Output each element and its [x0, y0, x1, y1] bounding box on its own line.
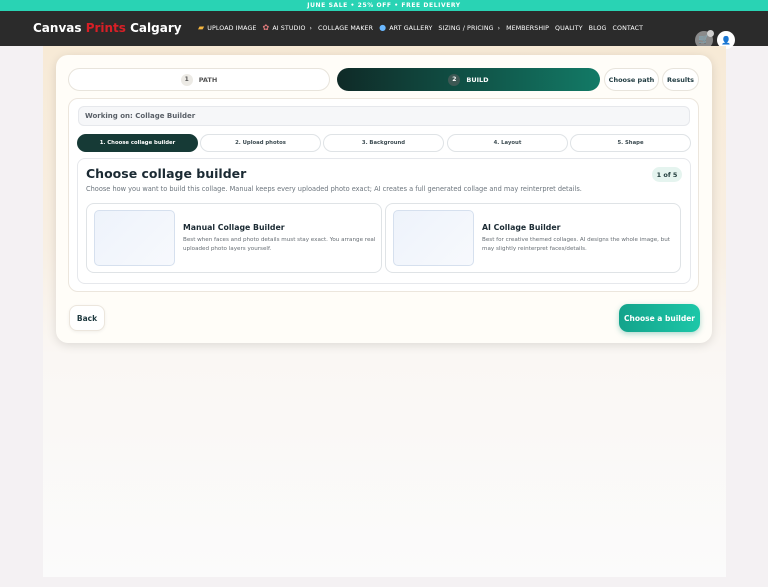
top-navbar: Canvas Prints Calgary ▰ UPLOAD IMAGE ✿ A…	[0, 11, 768, 49]
option-title: AI Collage Builder	[482, 223, 561, 232]
subtab-layout[interactable]: 4. Layout	[447, 134, 568, 152]
ai-builder-option[interactable]: AI Collage Builder Best for creative the…	[385, 203, 681, 273]
step-path[interactable]: 1 PATH	[68, 68, 330, 91]
working-on-bar: Working on: Collage Builder	[78, 106, 690, 126]
option-title: Manual Collage Builder	[183, 223, 285, 232]
nav-collage-maker[interactable]: COLLAGE MAKER	[318, 25, 373, 32]
logo-part-calgary: Calgary	[125, 21, 182, 35]
step-build[interactable]: 2 BUILD	[337, 68, 600, 91]
palette-icon: ✿	[262, 23, 270, 32]
manual-builder-option[interactable]: Manual Collage Builder Best when faces a…	[86, 203, 382, 273]
nav-label: COLLAGE MAKER	[318, 24, 374, 32]
step-number: 2	[448, 73, 461, 86]
nav-label: ART GALLERY	[389, 24, 433, 32]
nav-label: AI STUDIO	[272, 24, 306, 32]
results-button[interactable]: Results	[662, 68, 699, 91]
step-count-badge: 1 of 5	[652, 167, 682, 182]
step-number: 1	[180, 73, 193, 86]
nav-label: SIZING / PRICING	[438, 24, 494, 32]
nav-label: MEMBERSHIP	[506, 24, 550, 32]
ai-builder-thumbnail	[393, 210, 474, 266]
nav-menu: ▰ UPLOAD IMAGE ✿ AI STUDIO › COLLAGE MAK…	[198, 24, 643, 32]
working-on-text: Working on: Collage Builder	[85, 112, 196, 120]
step-label: BUILD	[466, 75, 489, 84]
nav-upload-image[interactable]: ▰ UPLOAD IMAGE	[198, 24, 257, 32]
nav-label: BLOG	[588, 24, 607, 32]
nav-quality[interactable]: QUALITY	[555, 25, 583, 32]
nav-label: QUALITY	[555, 24, 583, 32]
back-button[interactable]: Back	[69, 305, 105, 331]
step-label: PATH	[198, 75, 218, 84]
section-title: Choose collage builder	[86, 166, 247, 181]
nav-contact[interactable]: CONTACT	[613, 25, 644, 32]
nav-blog[interactable]: BLOG	[589, 25, 607, 32]
cart-count-badge	[707, 30, 714, 37]
search-icon: ●	[379, 23, 387, 32]
nav-sizing-pricing[interactable]: SIZING / PRICING ›	[438, 25, 500, 32]
nav-label: CONTACT	[612, 24, 644, 32]
build-subtabs: 1. Choose collage builder 2. Upload phot…	[77, 134, 691, 152]
option-description: Best for creative themed collages. AI de…	[482, 237, 670, 252]
chevron-right-icon: ›	[309, 24, 313, 32]
promo-banner: JUNE SALE • 25% OFF • FREE DELIVERY	[0, 0, 768, 11]
manual-builder-thumbnail	[94, 210, 175, 266]
section-description: Choose how you want to build this collag…	[86, 185, 582, 193]
option-description: Best when faces and photo details must s…	[183, 237, 376, 252]
nav-membership[interactable]: MEMBERSHIP	[506, 25, 549, 32]
nav-art-gallery[interactable]: ● ART GALLERY	[379, 24, 432, 32]
chevron-right-icon: ›	[497, 24, 501, 32]
choose-builder-button[interactable]: Choose a builder	[619, 304, 700, 332]
user-icon: 👤	[721, 35, 731, 45]
subtab-shape[interactable]: 5. Shape	[570, 134, 691, 152]
logo-part-canvas: Canvas	[33, 21, 86, 35]
subtab-upload-photos[interactable]: 2. Upload photos	[200, 134, 321, 152]
nav-ai-studio[interactable]: ✿ AI STUDIO ›	[263, 24, 313, 32]
site-logo[interactable]: Canvas Prints Calgary	[33, 21, 182, 35]
logo-part-prints: Prints	[85, 21, 126, 35]
subtab-choose-builder[interactable]: 1. Choose collage builder	[77, 134, 198, 152]
nav-label: UPLOAD IMAGE	[207, 24, 257, 32]
subtab-background[interactable]: 3. Background	[323, 134, 444, 152]
folder-icon: ▰	[198, 23, 205, 32]
promo-text: JUNE SALE • 25% OFF • FREE DELIVERY	[307, 2, 461, 9]
choose-path-button[interactable]: Choose path	[604, 68, 659, 91]
